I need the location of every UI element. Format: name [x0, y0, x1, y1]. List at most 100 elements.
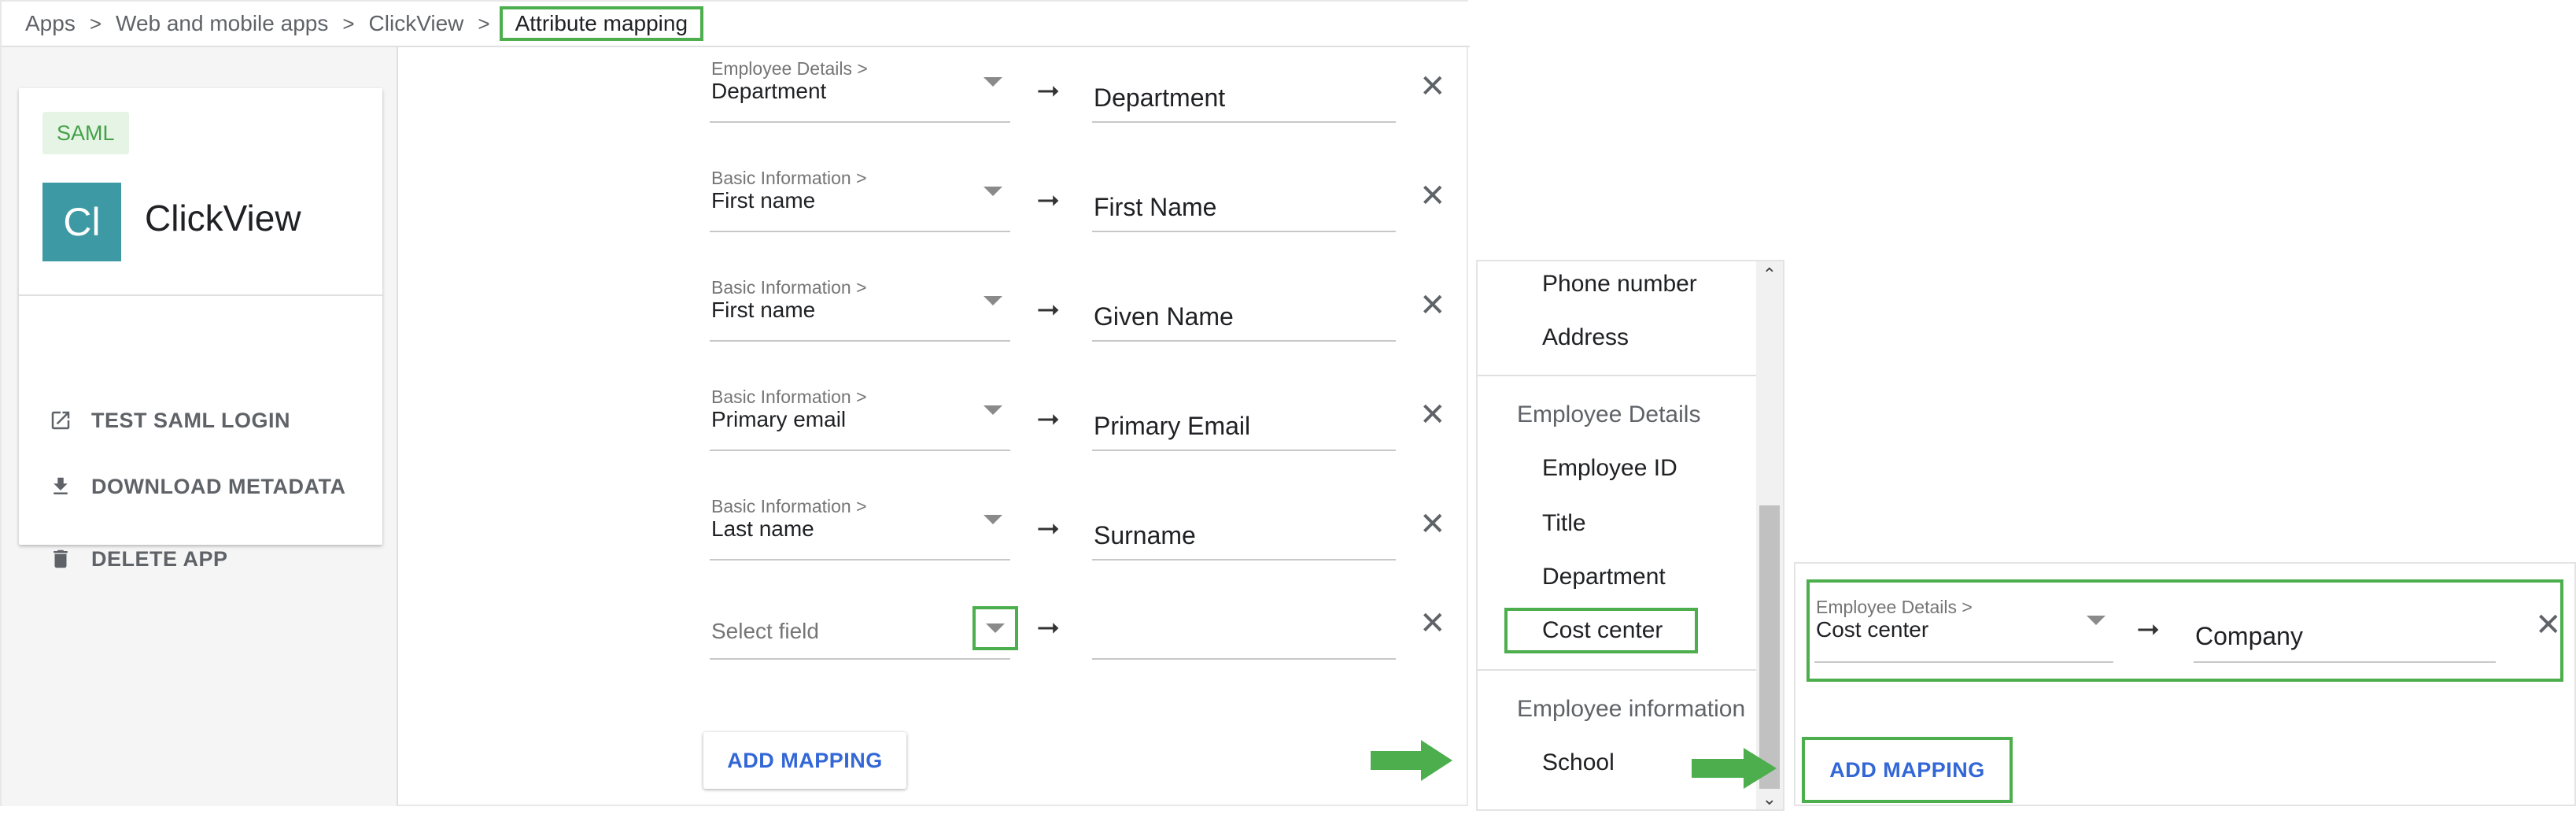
field-category: Employee Details >: [711, 58, 868, 79]
source-field-select[interactable]: Basic Information > Last name: [710, 491, 1010, 561]
target-attribute-input[interactable]: Company: [2194, 592, 2496, 663]
breadcrumb-current-page: Attribute mapping: [499, 6, 704, 41]
arrow-right-icon: ⭢: [1037, 609, 1060, 642]
dropdown-arrow-icon[interactable]: [986, 623, 1005, 633]
option-title[interactable]: Title: [1542, 510, 1586, 537]
breadcrumb-separator: >: [89, 11, 102, 35]
arrow-right-icon: ⭢: [1037, 182, 1060, 214]
target-attribute-input[interactable]: Department: [1092, 54, 1396, 123]
target-attribute-input[interactable]: [1092, 590, 1396, 660]
field-value: First name: [711, 298, 816, 322]
field-value: First name: [711, 188, 816, 213]
option-department[interactable]: Department: [1542, 564, 1666, 590]
left-sidebar: SAML Cl ClickView TEST SAML LOGIN DOWNLO…: [2, 47, 398, 806]
group-employee-details: Employee Details: [1517, 401, 1701, 427]
field-category: Basic Information >: [711, 277, 867, 298]
option-address[interactable]: Address: [1542, 324, 1629, 351]
target-attribute-input[interactable]: Given Name: [1092, 272, 1396, 342]
source-field-select[interactable]: Basic Information > First name: [710, 272, 1010, 342]
mapping-row-empty: Select field ⭢ ✕: [710, 583, 1457, 685]
select-field-placeholder: Select field: [711, 619, 819, 643]
target-attribute-input[interactable]: Surname: [1092, 491, 1396, 561]
test-saml-login-button[interactable]: TEST SAML LOGIN: [47, 403, 290, 438]
option-cost-center[interactable]: Cost center: [1542, 617, 1663, 644]
breadcrumb-web-mobile-apps[interactable]: Web and mobile apps: [116, 11, 328, 36]
add-mapping-button[interactable]: ADD MAPPING: [703, 732, 906, 789]
field-value: Last name: [711, 516, 814, 541]
download-metadata-label: DOWNLOAD METADATA: [91, 474, 346, 498]
arrow-right-icon: ⭢: [1037, 72, 1060, 105]
menu-divider: [1478, 375, 1756, 376]
new-mapping-row: Employee Details > Cost center ⭢ Company…: [1807, 579, 2563, 682]
dropdown-arrow-icon[interactable]: [984, 296, 1002, 305]
field-category: Basic Information >: [711, 387, 867, 407]
breadcrumb-separator: >: [342, 11, 355, 35]
field-value: Cost center: [1816, 617, 1929, 642]
scrollbar-thumb[interactable]: [1759, 505, 1780, 789]
delete-app-label: DELETE APP: [91, 546, 228, 571]
mapping-row: Basic Information > First name ⭢ Given N…: [710, 265, 1457, 367]
field-value: Primary email: [711, 407, 847, 431]
app-avatar: Cl: [42, 183, 121, 261]
dropdown-scrollbar[interactable]: ⌃ ⌄: [1756, 261, 1783, 809]
arrow-right-icon: ⭢: [2137, 611, 2160, 643]
target-attribute-value: First Name: [1094, 193, 1217, 221]
target-attribute-input[interactable]: First Name: [1092, 163, 1396, 232]
dropdown-arrow-icon[interactable]: [984, 405, 1002, 415]
app-info-card: SAML Cl ClickView TEST SAML LOGIN DOWNLO…: [19, 88, 382, 571]
green-arrow-icon: [1371, 740, 1452, 781]
option-employee-id[interactable]: Employee ID: [1542, 455, 1677, 482]
dropdown-arrow-icon[interactable]: [984, 515, 1002, 524]
target-attribute-input[interactable]: Primary Email: [1092, 382, 1396, 451]
result-panel: Employee Details > Cost center ⭢ Company…: [1794, 562, 2576, 806]
trash-icon: [47, 546, 74, 572]
menu-divider: [1478, 669, 1756, 671]
open-external-icon: [47, 407, 74, 434]
arrow-right-icon: ⭢: [1037, 291, 1060, 324]
target-attribute-value: Surname: [1094, 521, 1196, 549]
remove-mapping-close-icon[interactable]: ✕: [1419, 509, 1446, 540]
target-attribute-value: Company: [2195, 622, 2303, 650]
field-dropdown-menu: Phone number Address Employee Details Em…: [1476, 260, 1784, 811]
group-employee-information: Employee information: [1517, 696, 1746, 722]
breadcrumb-apps[interactable]: Apps: [25, 11, 76, 36]
arrow-right-icon: ⭢: [1037, 510, 1060, 542]
arrow-right-icon: ⭢: [1037, 401, 1060, 433]
remove-mapping-close-icon[interactable]: ✕: [1419, 71, 1446, 102]
attribute-mapping-panel: Apps > Web and mobile apps > ClickView >…: [0, 0, 1470, 806]
add-mapping-button[interactable]: ADD MAPPING: [1810, 745, 2005, 795]
source-field-select[interactable]: Select field: [710, 590, 1018, 660]
remove-mapping-close-icon[interactable]: ✕: [1419, 608, 1446, 639]
target-attribute-value: Given Name: [1094, 302, 1234, 331]
scroll-up-chevron-icon[interactable]: ⌃: [1762, 265, 1777, 285]
app-name: ClickView: [145, 198, 301, 239]
saml-badge: SAML: [42, 112, 129, 154]
option-phone-number[interactable]: Phone number: [1542, 271, 1697, 298]
breadcrumb-separator: >: [478, 11, 490, 35]
mapping-row: Basic Information > First name ⭢ First N…: [710, 155, 1457, 257]
remove-mapping-close-icon[interactable]: ✕: [1419, 180, 1446, 212]
breadcrumb: Apps > Web and mobile apps > ClickView >…: [25, 6, 704, 41]
field-category: Employee Details >: [1816, 597, 1973, 617]
source-field-select[interactable]: Employee Details > Cost center: [1814, 592, 2113, 663]
dropdown-arrow-icon[interactable]: [984, 187, 1002, 196]
source-field-select[interactable]: Employee Details > Department: [710, 54, 1010, 123]
top-bar: Apps > Web and mobile apps > ClickView >…: [2, 2, 1470, 47]
download-icon: [47, 473, 74, 500]
remove-mapping-close-icon[interactable]: ✕: [1419, 290, 1446, 321]
dropdown-highlight[interactable]: [972, 606, 1018, 650]
source-field-select[interactable]: Basic Information > Primary email: [710, 382, 1010, 451]
download-metadata-button[interactable]: DOWNLOAD METADATA: [47, 469, 345, 504]
field-category: Basic Information >: [711, 496, 867, 516]
source-field-select[interactable]: Basic Information > First name: [710, 163, 1010, 232]
delete-app-button[interactable]: DELETE APP: [47, 542, 228, 576]
dropdown-arrow-icon[interactable]: [984, 77, 1002, 87]
remove-mapping-close-icon[interactable]: ✕: [2535, 609, 2562, 641]
field-value: Department: [711, 79, 827, 103]
dropdown-arrow-icon[interactable]: [2087, 616, 2105, 625]
breadcrumb-clickview[interactable]: ClickView: [369, 11, 464, 36]
option-school[interactable]: School: [1542, 749, 1615, 776]
scroll-down-chevron-icon[interactable]: ⌄: [1762, 789, 1777, 809]
green-arrow-icon: [1692, 748, 1777, 789]
remove-mapping-close-icon[interactable]: ✕: [1419, 399, 1446, 431]
